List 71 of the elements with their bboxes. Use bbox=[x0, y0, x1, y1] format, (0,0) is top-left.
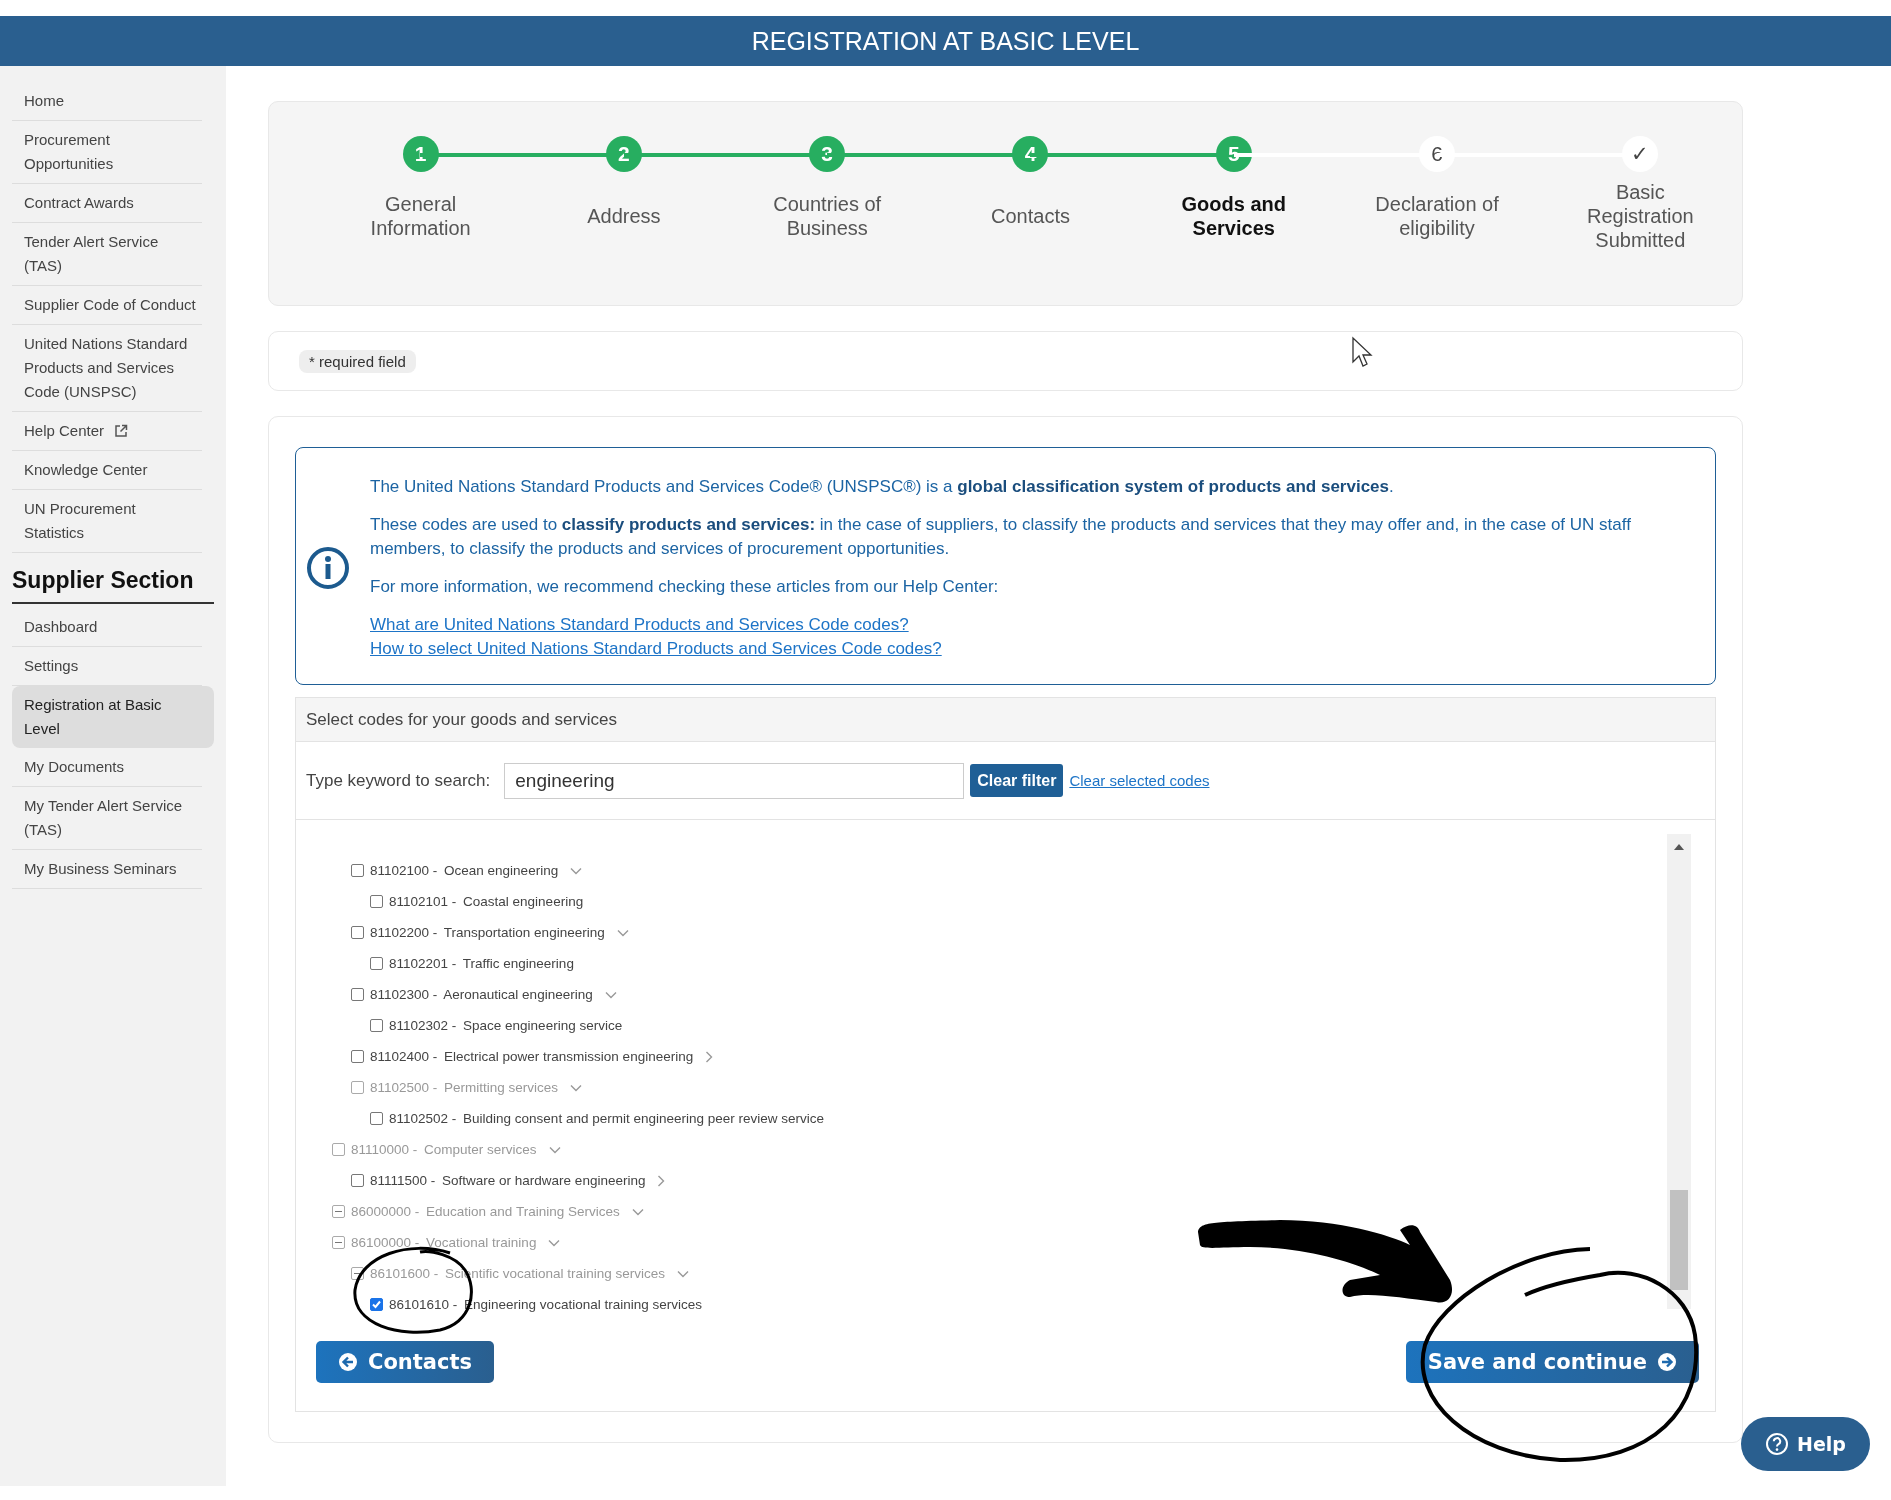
arrow-right-icon bbox=[1657, 1352, 1677, 1372]
step-circle: ✓ bbox=[1622, 136, 1659, 172]
page-header: REGISTRATION AT BASIC LEVEL bbox=[0, 16, 1891, 66]
sidebar-link[interactable]: Dashboard bbox=[12, 608, 202, 647]
code-label: 81102200 - Transportation engineering bbox=[370, 925, 605, 940]
help-article-link[interactable]: How to select United Nations Standard Products and Services Code codes? bbox=[370, 637, 942, 661]
checkbox[interactable] bbox=[370, 957, 383, 970]
code-label: 81102502 - Building consent and permit engineering peer review service bbox=[389, 1111, 825, 1126]
code-label: 86100000 - Vocational training bbox=[351, 1235, 537, 1250]
code-label: 81102201 - Traffic engineering bbox=[389, 956, 574, 971]
step-label[interactable]: Address bbox=[548, 180, 699, 252]
chevron-down-icon[interactable] bbox=[604, 990, 617, 999]
chevron-down-icon[interactable] bbox=[616, 928, 629, 937]
sidebar-link[interactable]: My Documents bbox=[12, 748, 202, 787]
sidebar-link[interactable]: Procurement Opportunities bbox=[12, 121, 202, 184]
step-label[interactable]: Goods and Services bbox=[1158, 180, 1309, 252]
info-text: These codes are used to classify products and services: in the case of suppliers, to classify the products and services that they may offer and, in the case of UN staff members, to classify the products and services of procurement opportunities. bbox=[370, 514, 1632, 560]
required-note: * required field bbox=[299, 349, 416, 373]
code-label: 81102100 - Ocean engineering bbox=[370, 863, 559, 878]
chevron-down-icon[interactable] bbox=[570, 866, 583, 875]
clear-selected-link[interactable]: Clear selected codes bbox=[1069, 772, 1210, 789]
sidebar-link[interactable]: Help Center bbox=[12, 412, 202, 451]
sidebar-link[interactable]: Registration at Basic Level bbox=[12, 686, 214, 748]
code-label: 81102300 - Aeronautical engineering bbox=[370, 987, 593, 1002]
scrollbar[interactable] bbox=[1667, 834, 1691, 1309]
code-label: 81102101 - Coastal engineering bbox=[389, 894, 584, 909]
search-field[interactable]: engineering bbox=[504, 762, 965, 799]
sidebar-link[interactable]: Contract Awards bbox=[12, 184, 202, 223]
sidebar-link[interactable]: United Nations Standard Products and Services Code (UNSPSC) bbox=[12, 325, 202, 412]
checkbox[interactable] bbox=[370, 1019, 383, 1032]
section-title: Supplier Section bbox=[12, 553, 214, 604]
sidebar-link[interactable]: Home bbox=[12, 82, 202, 121]
back-button[interactable]: Contacts bbox=[316, 1341, 494, 1383]
step-label[interactable]: Contacts bbox=[955, 180, 1106, 252]
sidebar-link[interactable]: My Business Seminars bbox=[12, 850, 202, 889]
help-article-link[interactable]: What are United Nations Standard Products and Services Code codes? bbox=[370, 613, 909, 637]
chevron-right-icon[interactable] bbox=[705, 1050, 714, 1063]
external-link-icon bbox=[114, 424, 129, 438]
code-label: 86000000 - Education and Training Services bbox=[351, 1204, 620, 1219]
search-label: Type keyword to search: bbox=[306, 770, 491, 791]
sidebar-link[interactable]: Supplier Code of Conduct bbox=[12, 286, 202, 325]
checkbox[interactable] bbox=[351, 864, 364, 877]
info-icon bbox=[306, 546, 350, 590]
code-label: 81102400 - Electrical power transmission engineering bbox=[370, 1049, 694, 1064]
scroll-thumb[interactable] bbox=[1670, 1190, 1688, 1290]
sidebar-link[interactable]: My Tender Alert Service (TAS) bbox=[12, 787, 202, 850]
info-text: For more information, we recommend checking these articles from our Help Center: bbox=[370, 576, 1000, 598]
checkbox[interactable] bbox=[351, 1050, 364, 1063]
sidebar-link[interactable]: Knowledge Center bbox=[12, 451, 202, 490]
step-label[interactable]: Basic Registration Submitted bbox=[1565, 180, 1716, 252]
sidebar-link[interactable]: UN Procurement Statistics bbox=[12, 490, 202, 553]
code-label: 81102302 - Space engineering service bbox=[389, 1018, 623, 1033]
clear-filter-button[interactable]: Clear filter bbox=[970, 764, 1064, 797]
info-text: The United Nations Standard Products and Services Code® (UNSPSC®) is a global classification system of products and services. bbox=[370, 476, 1395, 498]
cursor-icon bbox=[1352, 336, 1373, 367]
step-label[interactable]: Countries of Business bbox=[752, 180, 903, 252]
save-continue-button[interactable]: Save and continue bbox=[1405, 1341, 1699, 1383]
code-label: 81110000 - Computer services bbox=[351, 1142, 537, 1157]
code-label: 81111500 - Software or hardware engineering bbox=[370, 1173, 646, 1188]
step-label[interactable]: General Information bbox=[345, 180, 496, 252]
checkbox[interactable] bbox=[351, 988, 364, 1001]
panel-header: Select codes for your goods and services bbox=[296, 698, 1715, 742]
sidebar-link[interactable]: Tender Alert Service (TAS) bbox=[12, 223, 202, 286]
help-button[interactable]: Help bbox=[1741, 1417, 1870, 1471]
checkbox[interactable] bbox=[370, 895, 383, 908]
checkbox[interactable] bbox=[351, 926, 364, 939]
code-label: 81102500 - Permitting services bbox=[370, 1080, 559, 1095]
scroll-up-icon[interactable] bbox=[1674, 844, 1684, 850]
question-icon bbox=[1765, 1432, 1790, 1456]
step-label[interactable]: Declaration of eligibility bbox=[1362, 180, 1513, 252]
arrow-left-icon bbox=[338, 1352, 358, 1372]
